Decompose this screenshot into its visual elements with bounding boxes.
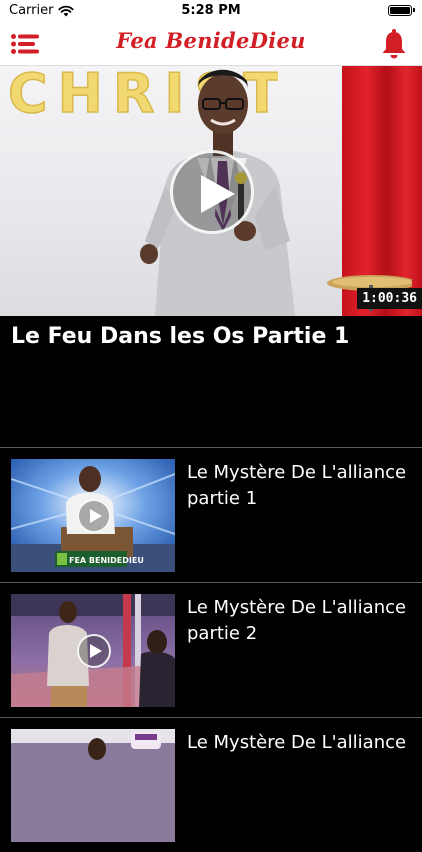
video-list-item-title: Le Mystère De L'alliance partie 1	[187, 462, 407, 509]
video-list-item[interactable]: Le Mystère De L'alliance partie 2	[0, 583, 422, 717]
play-icon	[201, 175, 235, 213]
video-list-item[interactable]: Le Mystère De L'alliance	[0, 718, 422, 852]
featured-video-player[interactable]: CHRIST 1:00:36	[0, 66, 422, 316]
thumbnail-image	[11, 729, 175, 842]
status-bar: Carrier 5:28 PM	[0, 0, 422, 22]
video-thumbnail	[11, 729, 175, 842]
video-thumbnail: FEA BENIDEDIEU	[11, 459, 175, 572]
video-list-item[interactable]: FEA BENIDEDIEU Le Mystère De L'alliance …	[0, 448, 422, 582]
battery-icon	[388, 5, 415, 16]
play-button[interactable]	[170, 150, 254, 234]
nav-bar: Fea BenideDieu	[0, 22, 422, 66]
video-list-item-title: Le Mystère De L'alliance partie 2	[187, 597, 407, 644]
svg-text:FEA BENIDEDIEU: FEA BENIDEDIEU	[69, 556, 144, 565]
bell-icon[interactable]	[381, 29, 407, 59]
thumbnail-play-icon	[77, 499, 111, 533]
duration-badge: 1:00:36	[357, 288, 422, 309]
status-time: 5:28 PM	[181, 3, 241, 18]
thumbnail-play-icon	[77, 634, 111, 668]
app-title: Fea BenideDieu	[116, 28, 306, 53]
featured-video-title: Le Feu Dans les Os Partie 1	[11, 324, 350, 349]
video-list-item-title: Le Mystère De L'alliance	[187, 732, 407, 753]
video-thumbnail	[11, 594, 175, 707]
